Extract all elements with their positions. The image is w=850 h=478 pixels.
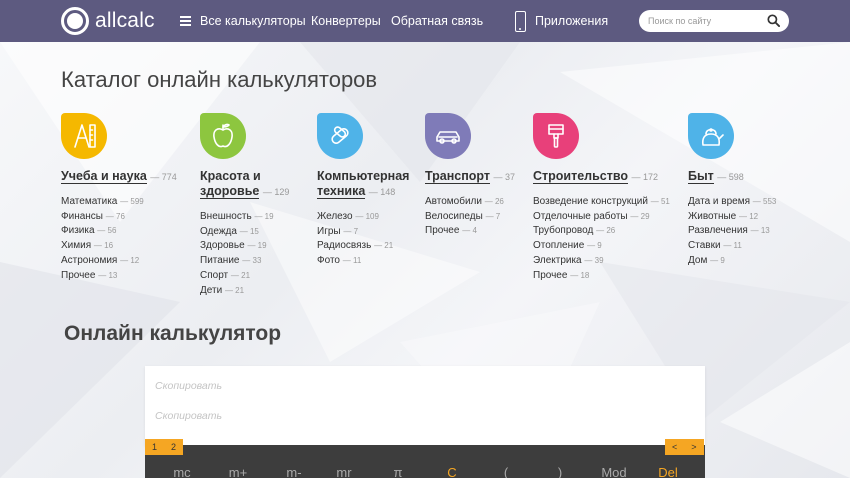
category-computers: Компьютерная техника — 148 Железо — 109 …: [317, 113, 409, 269]
category-beauty: Красота и здоровье — 129 Внешность — 19 …: [200, 113, 289, 298]
list-item[interactable]: Отопление — 9: [533, 239, 670, 254]
catalog-title: Каталог онлайн калькуляторов: [61, 67, 378, 92]
list-item[interactable]: Автомобили — 26: [425, 195, 515, 210]
list-item[interactable]: Железо — 109: [317, 210, 409, 225]
key-clear[interactable]: C: [432, 465, 472, 478]
list-item[interactable]: Ставки — 11: [688, 239, 776, 254]
key-mc[interactable]: mc: [162, 465, 202, 478]
logo[interactable]: allcalc: [61, 7, 155, 35]
list-item[interactable]: Прочее — 18: [533, 269, 670, 284]
list-item[interactable]: Дом — 9: [688, 254, 776, 269]
category-title[interactable]: Красота и здоровье — 129: [200, 169, 289, 202]
list-item[interactable]: Астрономия — 12: [61, 254, 177, 269]
car-icon[interactable]: [425, 113, 471, 159]
nav-converters[interactable]: Конвертеры: [311, 14, 381, 28]
category-title[interactable]: Транспорт — 37: [425, 169, 515, 187]
search-icon[interactable]: [767, 14, 780, 27]
list-item[interactable]: Финансы — 76: [61, 210, 177, 225]
key-open-paren[interactable]: (: [486, 465, 526, 478]
tab-1[interactable]: 1: [145, 442, 164, 452]
copy-link-2[interactable]: Скопировать: [155, 410, 222, 422]
list-item[interactable]: Фото — 11: [317, 254, 409, 269]
list-item[interactable]: Животные — 12: [688, 210, 776, 225]
memory-tabs: 12: [145, 439, 184, 455]
list-item[interactable]: Химия — 16: [61, 239, 177, 254]
category-construction: Строительство — 172 Возведение конструкц…: [533, 113, 670, 283]
calculator-keypad: mc m+ m- mr π C ( ) Mod Del: [145, 445, 705, 478]
apple-icon[interactable]: [200, 113, 246, 159]
list-item[interactable]: Дата и время — 553: [688, 195, 776, 210]
list-item[interactable]: Питание — 33: [200, 254, 289, 269]
paint-brush-icon[interactable]: [533, 113, 579, 159]
list-item[interactable]: Электрика — 39: [533, 254, 670, 269]
list-item[interactable]: Развлечения — 13: [688, 224, 776, 239]
calculator-display: Скопировать Скопировать: [145, 366, 705, 446]
list-item[interactable]: Дети — 21: [200, 284, 289, 299]
category-study: Учеба и наука — 774 Математика — 599 Фин…: [61, 113, 177, 283]
list-item[interactable]: Игры — 7: [317, 225, 409, 240]
list-item[interactable]: Математика — 599: [61, 195, 177, 210]
list-item[interactable]: Спорт — 21: [200, 269, 289, 284]
category-title[interactable]: Учеба и наука — 774: [61, 169, 177, 187]
key-pi[interactable]: π: [378, 465, 418, 478]
category-transport: Транспорт — 37 Автомобили — 26 Велосипед…: [425, 113, 515, 239]
category-title[interactable]: Быт — 598: [688, 169, 776, 187]
list-item[interactable]: Трубопровод — 26: [533, 224, 670, 239]
list-item[interactable]: Отделочные работы — 29: [533, 210, 670, 225]
calculator-title: Онлайн калькулятор: [64, 322, 282, 345]
ruler-compass-icon[interactable]: [61, 113, 107, 159]
menu-icon[interactable]: [180, 16, 191, 28]
list-item[interactable]: Одежда — 15: [200, 225, 289, 240]
logo-icon: [61, 7, 89, 35]
nav-tabs: < >: [665, 439, 704, 455]
phone-icon: [515, 11, 526, 32]
category-title[interactable]: Компьютерная техника — 148: [317, 169, 409, 202]
list-item[interactable]: Физика — 56: [61, 224, 177, 239]
key-m-plus[interactable]: m+: [218, 465, 258, 478]
chip-icon[interactable]: [317, 113, 363, 159]
prev-button[interactable]: <: [665, 442, 684, 452]
next-button[interactable]: >: [684, 442, 703, 452]
copy-link-1[interactable]: Скопировать: [155, 380, 222, 392]
key-m-minus[interactable]: m-: [274, 465, 314, 478]
top-header: allcalc Все калькуляторы Конвертеры Обра…: [0, 0, 850, 42]
list-item[interactable]: Возведение конструкций — 51: [533, 195, 670, 210]
logo-text: allcalc: [95, 9, 155, 32]
nav-all-calculators[interactable]: Все калькуляторы: [200, 14, 306, 28]
category-household: Быт — 598 Дата и время — 553 Животные — …: [688, 113, 776, 269]
calculator: Скопировать Скопировать mc m+ m- mr π C …: [145, 366, 705, 478]
kettle-icon[interactable]: [688, 113, 734, 159]
list-item[interactable]: Внешность — 19: [200, 210, 289, 225]
list-item[interactable]: Прочее — 4: [425, 224, 515, 239]
list-item[interactable]: Велосипеды — 7: [425, 210, 515, 225]
category-title[interactable]: Строительство — 172: [533, 169, 670, 187]
tab-2[interactable]: 2: [164, 442, 183, 452]
key-mr[interactable]: mr: [324, 465, 364, 478]
key-close-paren[interactable]: ): [540, 465, 580, 478]
list-item[interactable]: Радиосвязь — 21: [317, 239, 409, 254]
nav-apps[interactable]: Приложения: [535, 14, 608, 28]
list-item[interactable]: Прочее — 13: [61, 269, 177, 284]
list-item[interactable]: Здоровье — 19: [200, 239, 289, 254]
key-mod[interactable]: Mod: [594, 465, 634, 478]
nav-feedback[interactable]: Обратная связь: [391, 14, 483, 28]
key-delete[interactable]: Del: [648, 465, 688, 478]
